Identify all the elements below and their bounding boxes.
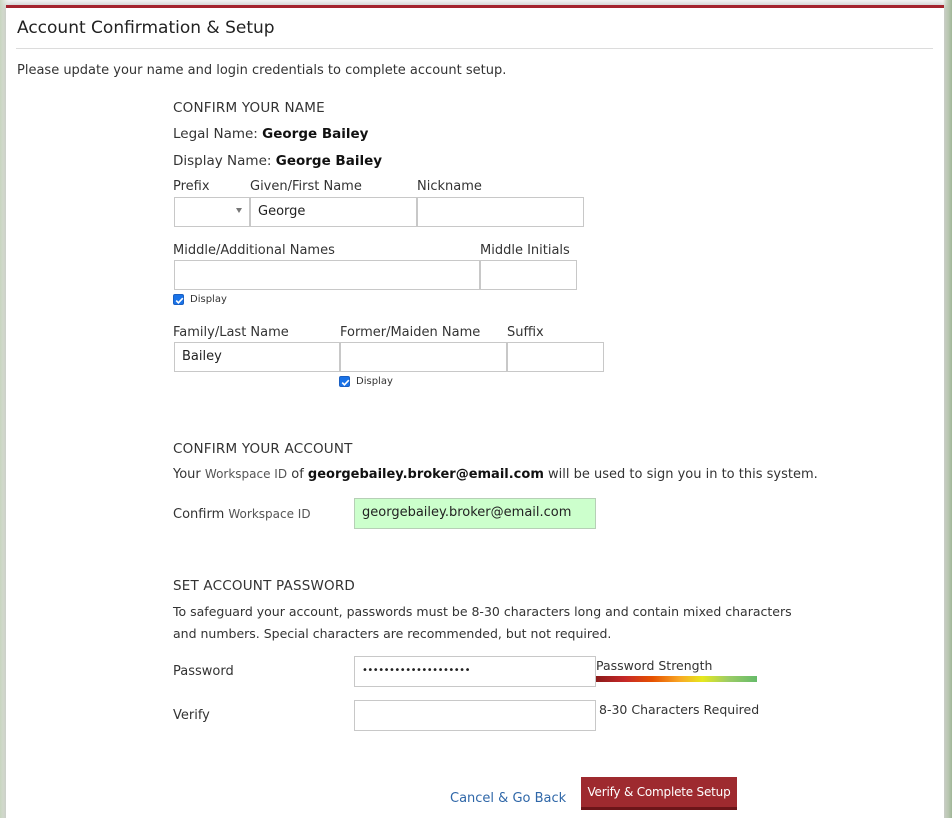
password-description-line2: and numbers. Special characters are reco… <box>173 626 612 641</box>
account-section-heading: CONFIRM YOUR ACCOUNT <box>173 441 353 457</box>
middle-display-checkbox[interactable] <box>173 294 184 305</box>
password-input[interactable]: •••••••••••••••••••• <box>354 656 596 687</box>
verify-password-input[interactable] <box>354 700 596 731</box>
middle-initials-label: Middle Initials <box>480 243 570 258</box>
family-name-label: Family/Last Name <box>173 325 289 340</box>
title-divider <box>16 48 933 49</box>
middle-display-label: Display <box>190 294 227 305</box>
confirm-workspace-input[interactable]: georgebailey.broker@email.com <box>354 498 596 529</box>
intro-text: Please update your name and login creden… <box>17 63 507 78</box>
nickname-input[interactable] <box>417 197 584 227</box>
legal-name-line: Legal Name: George Bailey <box>173 126 368 142</box>
confirm-workspace-id-term: Workspace ID <box>228 507 311 521</box>
password-section-heading: SET ACCOUNT PASSWORD <box>173 578 356 594</box>
password-label: Password <box>173 664 234 679</box>
middle-names-label: Middle/Additional Names <box>173 243 335 258</box>
password-strength-label: Password Strength <box>596 658 713 673</box>
account-description: Your Workspace ID of georgebailey.broker… <box>173 467 818 482</box>
chevron-down-icon <box>236 208 242 213</box>
suffix-label: Suffix <box>507 325 544 340</box>
legal-name-label: Legal Name: <box>173 126 258 142</box>
checkmark-icon <box>175 297 184 304</box>
checkmark-icon <box>341 379 350 386</box>
cancel-go-back-link[interactable]: Cancel & Go Back <box>450 791 566 806</box>
account-email: georgebailey.broker@email.com <box>307 467 544 482</box>
former-name-label: Former/Maiden Name <box>340 325 481 340</box>
confirm-word: Confirm <box>173 507 225 522</box>
name-section-heading: CONFIRM YOUR NAME <box>173 100 325 116</box>
modal-title: Account Confirmation & Setup <box>17 18 275 38</box>
display-name-line: Display Name: George Bailey <box>173 153 382 169</box>
prefix-label: Prefix <box>173 179 210 194</box>
prefix-select[interactable] <box>174 197 250 227</box>
display-name-label: Display Name: <box>173 153 272 169</box>
given-name-label: Given/First Name <box>250 179 362 194</box>
confirm-workspace-label: Confirm Workspace ID <box>173 507 311 522</box>
middle-names-input[interactable] <box>174 260 480 290</box>
former-display-label: Display <box>356 376 393 387</box>
nickname-label: Nickname <box>417 179 482 194</box>
account-suffix-text: will be used to sign you in to this syst… <box>548 467 818 482</box>
account-setup-modal: Account Confirmation & Setup Please upda… <box>6 5 944 818</box>
family-name-input[interactable]: Bailey <box>174 342 340 372</box>
password-description-line1: To safeguard your account, passwords mus… <box>173 604 792 619</box>
suffix-input[interactable] <box>507 342 604 372</box>
password-strength-meter <box>596 676 757 682</box>
account-your-text: Your <box>173 467 201 482</box>
display-name-value: George Bailey <box>275 153 383 169</box>
former-display-checkbox[interactable] <box>339 376 350 387</box>
verify-complete-setup-button[interactable]: Verify & Complete Setup <box>581 777 737 810</box>
password-requirement-text: 8-30 Characters Required <box>599 702 760 717</box>
verify-label: Verify <box>173 708 210 723</box>
workspace-id-term: Workspace ID <box>204 467 288 481</box>
given-name-input[interactable]: George <box>250 197 417 227</box>
legal-name-value: George Bailey <box>262 126 369 142</box>
former-name-input[interactable] <box>340 342 507 372</box>
account-of-text: of <box>291 467 304 482</box>
middle-initials-input[interactable] <box>480 260 577 290</box>
